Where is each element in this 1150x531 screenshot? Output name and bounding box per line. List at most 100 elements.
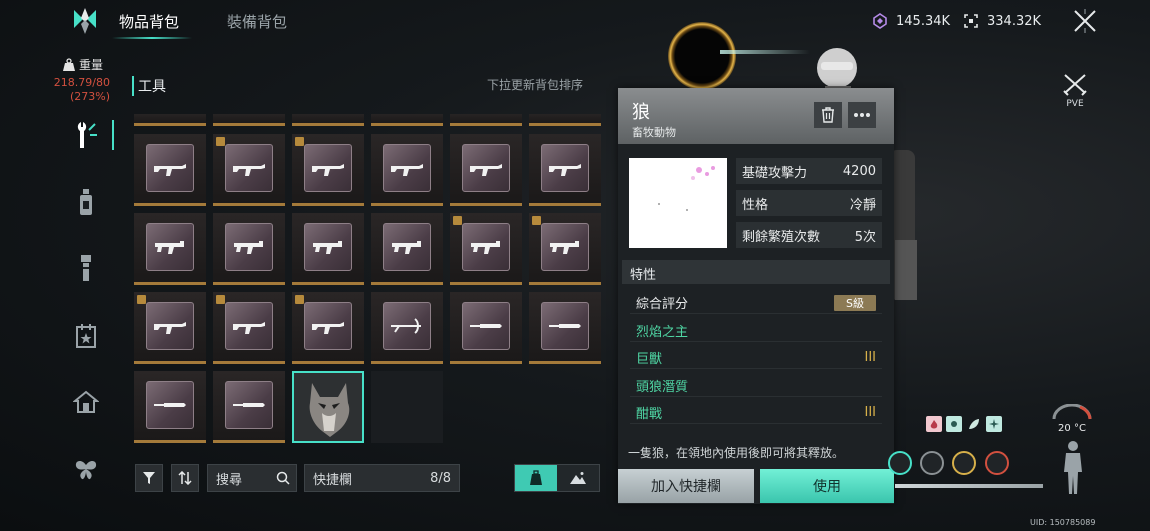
inventory-slot[interactable] <box>529 292 601 364</box>
sidebar-item-housing[interactable] <box>68 384 104 420</box>
quality-badge <box>295 137 304 146</box>
item-frame <box>462 302 510 350</box>
inventory-slot[interactable] <box>529 134 601 206</box>
inventory-slot[interactable] <box>371 292 443 364</box>
quality-badge <box>532 216 541 225</box>
buff-icon-2[interactable] <box>946 416 962 432</box>
pve-indicator[interactable]: PVE <box>1060 72 1090 109</box>
game-logo-icon <box>74 8 96 34</box>
buff-icon-3[interactable] <box>966 416 982 432</box>
inventory-slot[interactable] <box>292 292 364 364</box>
sidebar-item-consumables[interactable] <box>68 184 104 220</box>
use-button[interactable]: 使用 <box>760 469 894 503</box>
item-frame <box>146 144 194 192</box>
inventory-slot[interactable] <box>213 213 285 285</box>
item-description: 一隻狼，在領地內使用後即可將其釋放。 <box>628 446 845 460</box>
frame-icon <box>964 14 978 28</box>
item-frame <box>462 223 510 271</box>
detail-header: 狼 畜牧動物 <box>618 88 894 144</box>
inventory-slot-empty[interactable] <box>371 371 443 443</box>
tab-item-bag[interactable]: 物品背包 <box>119 11 179 32</box>
item-frame <box>146 302 194 350</box>
quickbar-label: 快捷欄 <box>313 472 353 488</box>
buff-icon-4[interactable] <box>986 416 1002 432</box>
crossbow-icon <box>391 318 421 334</box>
skill-slot-1[interactable] <box>888 451 912 475</box>
inventory-slot[interactable] <box>450 213 522 285</box>
item-frame <box>225 381 273 429</box>
inventory-slot[interactable] <box>134 371 206 443</box>
spark-icon <box>989 419 999 429</box>
inventory-slot-selected[interactable] <box>292 371 364 443</box>
inventory-slot[interactable] <box>134 134 206 206</box>
more-options-button[interactable] <box>848 102 876 128</box>
inventory-slot[interactable] <box>450 134 522 206</box>
inventory-slot[interactable] <box>450 292 522 364</box>
pve-label: PVE <box>1066 99 1084 109</box>
item-frame <box>383 302 431 350</box>
sidebar-item-creatures[interactable] <box>68 452 104 488</box>
stat-base-attack: 基礎攻擊力 4200 <box>736 158 882 184</box>
item-frame <box>146 223 194 271</box>
inventory-slot-partial[interactable] <box>529 114 601 126</box>
stat-label: 性格 <box>742 197 769 213</box>
close-button[interactable] <box>1070 6 1100 36</box>
inventory-slot-partial[interactable] <box>213 114 285 126</box>
smg-icon <box>155 241 184 254</box>
skill-slot-2[interactable] <box>920 451 944 475</box>
skill-slot-3[interactable] <box>952 451 976 475</box>
inventory-slot-partial[interactable] <box>371 114 443 126</box>
skill-slot-4[interactable] <box>985 451 1009 475</box>
quickbar-field[interactable]: 快捷欄 8/8 <box>304 464 460 492</box>
inventory-slot[interactable] <box>292 213 364 285</box>
inventory-slot[interactable] <box>134 292 206 364</box>
item-frame <box>304 144 352 192</box>
inventory-slot-partial[interactable] <box>134 114 206 126</box>
top-bar: 物品背包 裝備背包 145.34K 334.32K <box>0 0 1150 44</box>
inventory-slot-partial[interactable] <box>450 114 522 126</box>
category-title: 工具 <box>132 76 166 96</box>
crystal-amount: 145.34K <box>896 13 951 29</box>
inventory-slot[interactable] <box>134 213 206 285</box>
view-toggle-landscape[interactable] <box>557 465 599 491</box>
weight-value: 218.79/80 (273%) <box>20 76 110 104</box>
knife-icon <box>233 403 265 407</box>
inventory-slot[interactable] <box>371 134 443 206</box>
sort-hint: 下拉更新背包排序 <box>487 78 584 92</box>
weight-percent: (273%) <box>69 90 110 103</box>
sidebar-item-tools[interactable] <box>68 117 104 153</box>
search-input[interactable]: 搜尋 <box>207 464 297 492</box>
body-status-icon[interactable] <box>1060 440 1086 496</box>
inventory-slot[interactable] <box>213 292 285 364</box>
inventory-slot[interactable] <box>292 134 364 206</box>
item-detail-panel: 狼 畜牧動物 基礎攻擊力 4200 性格 冷靜 剩餘繁殖次數 5次 特性 綜合評… <box>618 88 894 504</box>
item-frame <box>225 144 273 192</box>
item-frame <box>146 381 194 429</box>
search-label: 搜尋 <box>216 472 243 488</box>
inventory-slot[interactable] <box>371 213 443 285</box>
buff-icon-1[interactable] <box>926 416 942 432</box>
stat-label: 剩餘繁殖次數 <box>742 229 821 245</box>
inventory-slot[interactable] <box>213 134 285 206</box>
knife-icon <box>154 403 186 407</box>
filter-button[interactable] <box>135 464 163 492</box>
view-toggle-bag[interactable] <box>515 465 557 491</box>
sidebar-item-quests[interactable] <box>68 318 104 354</box>
item-frame <box>304 302 352 350</box>
inventory-slot-partial[interactable] <box>292 114 364 126</box>
sort-button[interactable] <box>171 464 199 492</box>
inventory-slot[interactable] <box>529 213 601 285</box>
delete-button[interactable] <box>814 102 842 128</box>
bag-icon <box>530 470 542 485</box>
fire-icon <box>930 420 938 429</box>
house-icon <box>73 390 99 413</box>
add-to-quickbar-button[interactable]: 加入快捷欄 <box>618 469 754 503</box>
tab-equipment-bag[interactable]: 裝備背包 <box>227 11 287 32</box>
trait-row: 烈焰之主 <box>630 320 882 342</box>
stat-value: 4200 <box>842 163 876 179</box>
item-name: 狼 <box>632 102 650 123</box>
sort-icon <box>178 471 192 485</box>
sidebar-item-materials[interactable] <box>68 250 104 286</box>
inventory-slot[interactable] <box>213 371 285 443</box>
quality-badge <box>137 295 146 304</box>
